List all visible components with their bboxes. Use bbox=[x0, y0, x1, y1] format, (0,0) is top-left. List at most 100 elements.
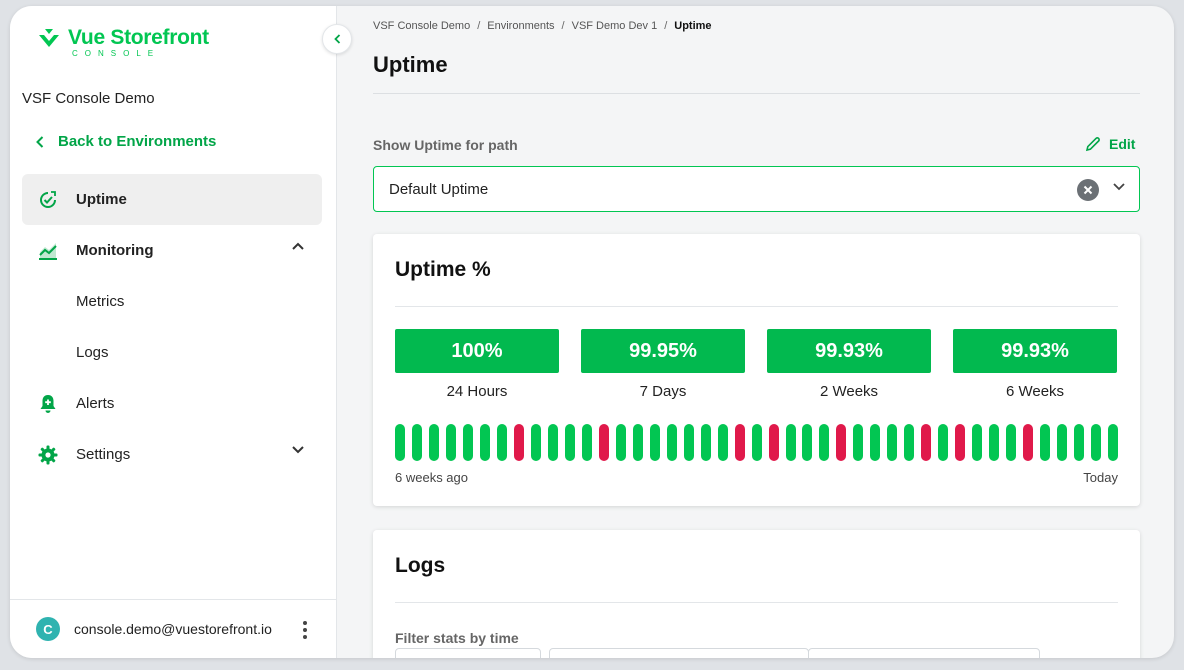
uptime-bar-up[interactable] bbox=[1040, 424, 1051, 461]
uptime-bar-up[interactable] bbox=[989, 424, 1000, 461]
breadcrumb-item[interactable]: VSF Demo Dev 1 bbox=[572, 20, 658, 32]
uptime-bar-up[interactable] bbox=[632, 424, 643, 461]
path-select[interactable]: Default Uptime bbox=[373, 166, 1140, 212]
more-options-icon[interactable] bbox=[303, 621, 307, 639]
filter-input[interactable] bbox=[549, 648, 809, 658]
uptime-bar-up[interactable] bbox=[938, 424, 949, 461]
uptime-bar-up[interactable] bbox=[412, 424, 422, 461]
chevron-up-icon[interactable] bbox=[292, 242, 304, 250]
vsf-logo-icon bbox=[39, 29, 59, 47]
uptime-bar-down[interactable] bbox=[921, 424, 932, 461]
uptime-bar-up[interactable] bbox=[547, 424, 558, 461]
uptime-bar-down[interactable] bbox=[598, 424, 609, 461]
uptime-bar-up[interactable] bbox=[429, 424, 439, 461]
uptime-bar-down[interactable] bbox=[1023, 424, 1034, 461]
uptime-check-icon bbox=[38, 190, 58, 210]
uptime-stat-7d: 99.95% 7 Days bbox=[581, 329, 745, 400]
uptime-bar-up[interactable] bbox=[1108, 424, 1118, 461]
sidebar-item-logs[interactable]: Logs bbox=[22, 327, 322, 378]
uptime-stat-period: 2 Weeks bbox=[819, 383, 879, 400]
pencil-icon bbox=[1085, 137, 1100, 152]
uptime-bar-up[interactable] bbox=[649, 424, 660, 461]
divider bbox=[395, 306, 1118, 307]
user-account-row[interactable]: C console.demo@vuestorefront.io bbox=[10, 599, 337, 658]
uptime-bar-up[interactable] bbox=[1074, 424, 1084, 461]
collapse-sidebar-button[interactable] bbox=[322, 24, 352, 54]
uptime-bar-down[interactable] bbox=[836, 424, 847, 461]
uptime-stat-period: 24 Hours bbox=[446, 383, 508, 400]
sidebar-item-settings[interactable]: Settings bbox=[22, 429, 322, 480]
sidebar-item-label: Alerts bbox=[76, 395, 115, 412]
uptime-bar-up[interactable] bbox=[700, 424, 711, 461]
uptime-stat-24h: 100% 24 Hours bbox=[395, 329, 559, 400]
uptime-bar-up[interactable] bbox=[479, 424, 490, 461]
sidebar-item-alerts[interactable]: Alerts bbox=[22, 378, 322, 429]
breadcrumb-item[interactable]: Environments bbox=[487, 20, 554, 32]
filter-input[interactable] bbox=[395, 648, 541, 658]
uptime-bar-up[interactable] bbox=[819, 424, 830, 461]
uptime-bar-up[interactable] bbox=[802, 424, 813, 461]
uptime-bar-up[interactable] bbox=[666, 424, 677, 461]
uptime-stat-period: 6 Weeks bbox=[1005, 383, 1065, 400]
uptime-bar-up[interactable] bbox=[887, 424, 898, 461]
uptime-bar-up[interactable] bbox=[904, 424, 915, 461]
uptime-bar-up[interactable] bbox=[870, 424, 881, 461]
history-range-end: Today bbox=[1083, 470, 1118, 485]
uptime-bar-up[interactable] bbox=[462, 424, 473, 461]
uptime-card: Uptime % 100% 24 Hours 99.95% 7 Days 99.… bbox=[373, 234, 1140, 506]
uptime-bar-up[interactable] bbox=[683, 424, 694, 461]
sidebar-nav: Uptime Monitoring Metrics Logs Alerts Se… bbox=[22, 174, 322, 480]
uptime-bar-up[interactable] bbox=[853, 424, 864, 461]
breadcrumb-item[interactable]: VSF Console Demo bbox=[373, 20, 470, 32]
uptime-bar-up[interactable] bbox=[717, 424, 728, 461]
uptime-bar-up[interactable] bbox=[615, 424, 626, 461]
uptime-stat-value: 99.95% bbox=[581, 329, 745, 373]
avatar: C bbox=[36, 617, 60, 641]
uptime-stat-6w: 99.93% 6 Weeks bbox=[953, 329, 1117, 400]
uptime-bar-up[interactable] bbox=[445, 424, 456, 461]
uptime-bar-up[interactable] bbox=[530, 424, 541, 461]
breadcrumb-current: Uptime bbox=[674, 20, 712, 32]
uptime-history-bars bbox=[395, 424, 1125, 462]
page-title: Uptime bbox=[373, 52, 448, 77]
uptime-bar-down[interactable] bbox=[513, 424, 524, 461]
uptime-bar-up[interactable] bbox=[785, 424, 796, 461]
edit-label: Edit bbox=[1109, 136, 1136, 152]
back-link-label: Back to Environments bbox=[58, 133, 217, 150]
sidebar-item-label: Metrics bbox=[76, 293, 125, 310]
uptime-bar-down[interactable] bbox=[768, 424, 779, 461]
uptime-bar-up[interactable] bbox=[1006, 424, 1017, 461]
uptime-bar-up[interactable] bbox=[564, 424, 575, 461]
uptime-stat-period: 7 Days bbox=[639, 383, 687, 400]
brand-logo[interactable]: Vue Storefront CONSOLE bbox=[36, 26, 209, 58]
sidebar-item-label: Uptime bbox=[76, 191, 127, 208]
uptime-stat-2w: 99.93% 2 Weeks bbox=[767, 329, 931, 400]
uptime-bar-down[interactable] bbox=[955, 424, 966, 461]
path-select-value: Default Uptime bbox=[389, 180, 489, 198]
filter-label: Filter stats by time bbox=[395, 630, 519, 646]
uptime-bar-up[interactable] bbox=[972, 424, 983, 461]
uptime-bar-up[interactable] bbox=[1057, 424, 1068, 461]
chevron-left-icon bbox=[333, 34, 340, 44]
filter-input[interactable] bbox=[808, 648, 1040, 658]
uptime-stat-value: 100% bbox=[395, 329, 559, 373]
uptime-bar-up[interactable] bbox=[581, 424, 592, 461]
uptime-bar-up[interactable] bbox=[496, 424, 507, 461]
uptime-bar-up[interactable] bbox=[1091, 424, 1101, 461]
uptime-stat-value: 99.93% bbox=[953, 329, 1117, 373]
chevron-down-icon[interactable] bbox=[292, 446, 304, 454]
sidebar-item-uptime[interactable]: Uptime bbox=[22, 174, 322, 225]
uptime-bar-up[interactable] bbox=[395, 424, 405, 461]
edit-button[interactable]: Edit bbox=[1085, 136, 1135, 152]
sidebar: Vue Storefront CONSOLE VSF Console Demo … bbox=[10, 6, 337, 658]
sidebar-item-monitoring[interactable]: Monitoring bbox=[22, 225, 322, 276]
chevron-down-icon[interactable] bbox=[1113, 183, 1125, 191]
uptime-bar-down[interactable] bbox=[734, 424, 745, 461]
clear-selection-icon[interactable] bbox=[1077, 179, 1099, 201]
sidebar-item-metrics[interactable]: Metrics bbox=[22, 276, 322, 327]
divider bbox=[395, 602, 1118, 603]
divider bbox=[373, 93, 1140, 94]
logo-subtitle: CONSOLE bbox=[72, 49, 161, 58]
uptime-bar-up[interactable] bbox=[751, 424, 762, 461]
back-to-environments-link[interactable]: Back to Environments bbox=[36, 133, 216, 150]
